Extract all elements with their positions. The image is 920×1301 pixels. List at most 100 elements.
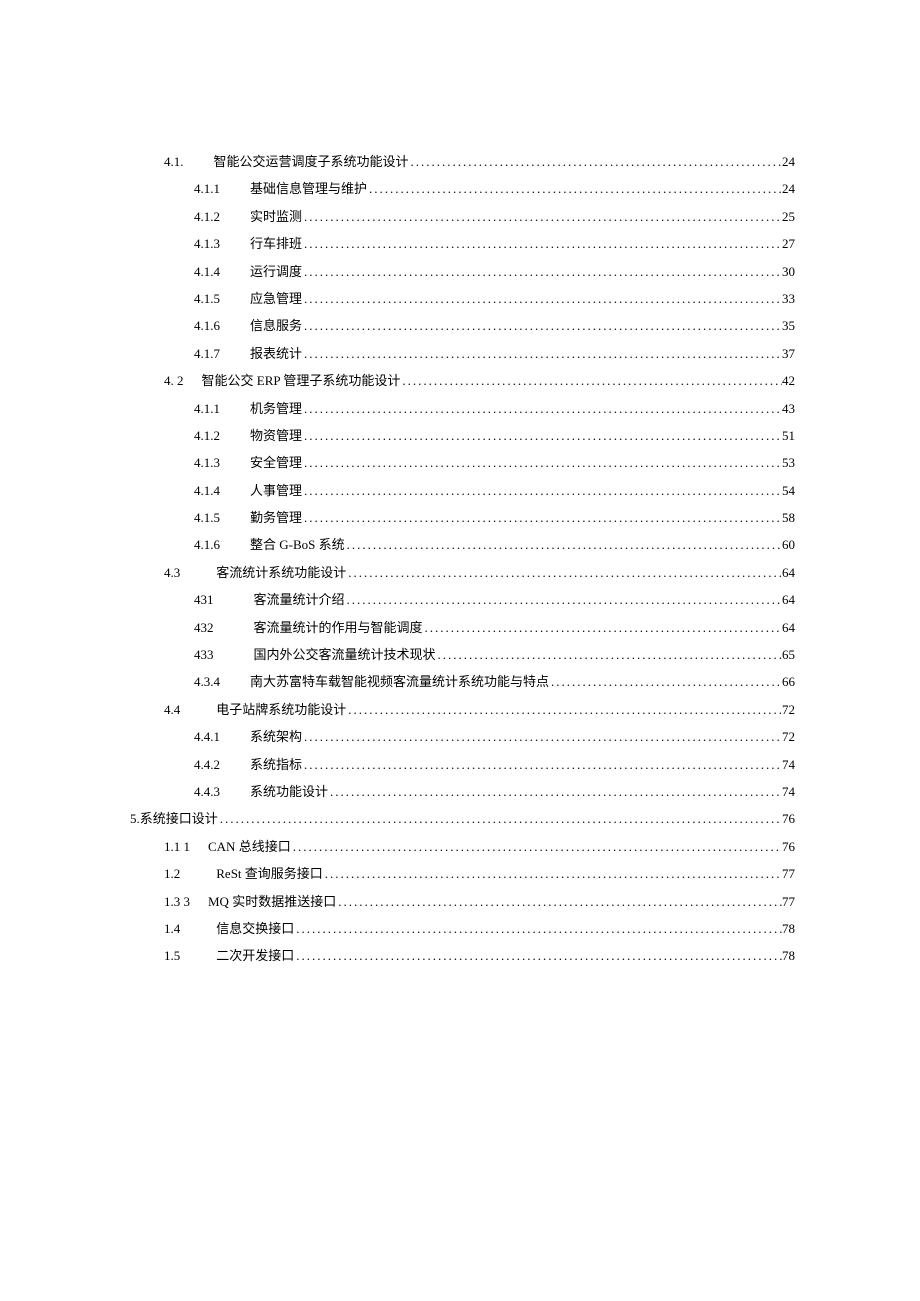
toc-title: 整合 G-BoS 系统 — [250, 533, 345, 556]
toc-title: 智能公交运营调度子系统功能设计 — [214, 150, 409, 173]
toc-number: 432 — [194, 616, 214, 639]
toc-number: 4.1.5 — [194, 506, 220, 529]
toc-number: 1.5 — [164, 944, 180, 967]
toc-title: 实时监测 — [250, 205, 302, 228]
toc-leader-dots — [302, 725, 782, 748]
toc-leader-dots — [323, 862, 782, 885]
toc-leader-dots — [302, 232, 782, 255]
toc-title: CAN 总线接口 — [208, 835, 291, 858]
toc-number: 4.4.2 — [194, 753, 220, 776]
toc-leader-dots — [436, 643, 782, 666]
toc-number: 1.3 3 — [164, 890, 190, 913]
toc-page: 54 — [782, 479, 795, 502]
toc-leader-dots — [302, 451, 782, 474]
toc-leader-dots — [294, 917, 782, 940]
toc-title: 应急管理 — [250, 287, 302, 310]
toc-entry: 4.1.3安全管理53 — [130, 451, 795, 474]
toc-title: 信息交换接口 — [216, 917, 294, 940]
toc-number: 4. 2 — [164, 369, 184, 392]
toc-entry: 4.1.4 人事管理 54 — [130, 479, 795, 502]
toc-page: 76 — [782, 835, 795, 858]
toc-title: 安全管理 — [250, 451, 302, 474]
toc-entry: 1.3 3MQ 实时数据推送接口77 — [130, 890, 795, 913]
toc-entry: 433国内外公交客流量统计技术现状65 — [130, 643, 795, 666]
toc-page: 33 — [782, 287, 795, 310]
toc-entry: 1.2ReSt 查询服务接口77 — [130, 862, 795, 885]
toc-title: 电子站牌系统功能设计 — [216, 698, 346, 721]
toc-number: 4.3.4 — [194, 670, 220, 693]
toc-number: 4.1.2 — [194, 424, 220, 447]
toc-page: 42 — [782, 369, 795, 392]
toc-entry: 4.1.6信息服务35 — [130, 314, 795, 337]
toc-entry: 4.1.1机务管理43 — [130, 397, 795, 420]
toc-number: 4.1.1 — [194, 397, 220, 420]
toc-leader-dots — [302, 342, 782, 365]
toc-number: 4.3 — [164, 561, 180, 584]
toc-title: 行车排班 — [250, 232, 302, 255]
toc-page: 66 — [782, 670, 795, 693]
toc-entry: 4.1.3 行车排班 27 — [130, 232, 795, 255]
toc-entry: 5.系统接口设计76 — [130, 807, 795, 830]
toc-leader-dots — [345, 533, 782, 556]
toc-page: 60 — [782, 533, 795, 556]
toc-title: 系统接口设计 — [140, 807, 218, 830]
toc-entry: 432客流量统计的作用与智能调度64 — [130, 616, 795, 639]
toc-title: 人事管理 — [250, 479, 302, 502]
toc-entry: 4.1.1基础信息管理与维护24 — [130, 177, 795, 200]
toc-page: 30 — [782, 260, 795, 283]
toc-page: 78 — [782, 944, 795, 967]
toc-leader-dots — [346, 561, 782, 584]
toc-title: 客流量统计的作用与智能调度 — [254, 616, 423, 639]
toc-page: 65 — [782, 643, 795, 666]
toc-page: 76 — [782, 807, 795, 830]
toc-entry: 4.3.4南大苏富特车载智能视频客流量统计系统功能与特点66 — [130, 670, 795, 693]
toc-number: 4.1.3 — [194, 232, 220, 255]
toc-page: 78 — [782, 917, 795, 940]
toc-number: 4.1.4 — [194, 260, 220, 283]
toc-entry: 4.1.6 整合 G-BoS 系统 60 — [130, 533, 795, 556]
toc-entry: 431客流量统计介绍64 — [130, 588, 795, 611]
toc-title: 机务管理 — [250, 397, 302, 420]
toc-page: 77 — [782, 862, 795, 885]
toc-page: 35 — [782, 314, 795, 337]
toc-number: 4.1.4 — [194, 479, 220, 502]
toc-number: 4.1. — [164, 150, 184, 173]
toc-entry: 4.1.5勤务管理58 — [130, 506, 795, 529]
toc-leader-dots — [549, 670, 782, 693]
toc-page: 37 — [782, 342, 795, 365]
toc-page: 53 — [782, 451, 795, 474]
toc-number: 433 — [194, 643, 214, 666]
toc-entry: 4.1.2物资管理51 — [130, 424, 795, 447]
toc-entry: 4.1.7报表统计37 — [130, 342, 795, 365]
toc-number: 4.1.1 — [194, 177, 220, 200]
toc-number: 4.1.5 — [194, 287, 220, 310]
toc-title: 系统功能设计 — [250, 780, 328, 803]
toc-leader-dots — [302, 397, 782, 420]
toc-page: 51 — [782, 424, 795, 447]
toc-number: 1.2 — [164, 862, 180, 885]
toc-leader-dots — [409, 150, 782, 173]
toc-number: 1.1 1 — [164, 835, 190, 858]
toc-page: 64 — [782, 588, 795, 611]
toc-number: 4.1.6 — [194, 533, 220, 556]
toc-number: 1.4 — [164, 917, 180, 940]
toc-entry: 4.3客流统计系统功能设计64 — [130, 561, 795, 584]
toc-number: 4.4 — [164, 698, 180, 721]
toc-leader-dots — [294, 944, 782, 967]
toc-leader-dots — [291, 835, 782, 858]
toc-entry: 4.4.2系统指标74 — [130, 753, 795, 776]
toc-page: 74 — [782, 780, 795, 803]
toc-leader-dots — [336, 890, 782, 913]
toc-leader-dots — [423, 616, 782, 639]
toc-page: 25 — [782, 205, 795, 228]
toc-leader-dots — [302, 260, 782, 283]
toc-leader-dots — [328, 780, 782, 803]
toc-entry: 1.1 1 CAN 总线接口 76 — [130, 835, 795, 858]
toc-number: 431 — [194, 588, 214, 611]
toc-title: 勤务管理 — [250, 506, 302, 529]
toc-page: 27 — [782, 232, 795, 255]
toc-leader-dots — [400, 369, 782, 392]
toc-leader-dots — [302, 506, 782, 529]
toc-title: 报表统计 — [250, 342, 302, 365]
toc-leader-dots — [218, 807, 782, 830]
